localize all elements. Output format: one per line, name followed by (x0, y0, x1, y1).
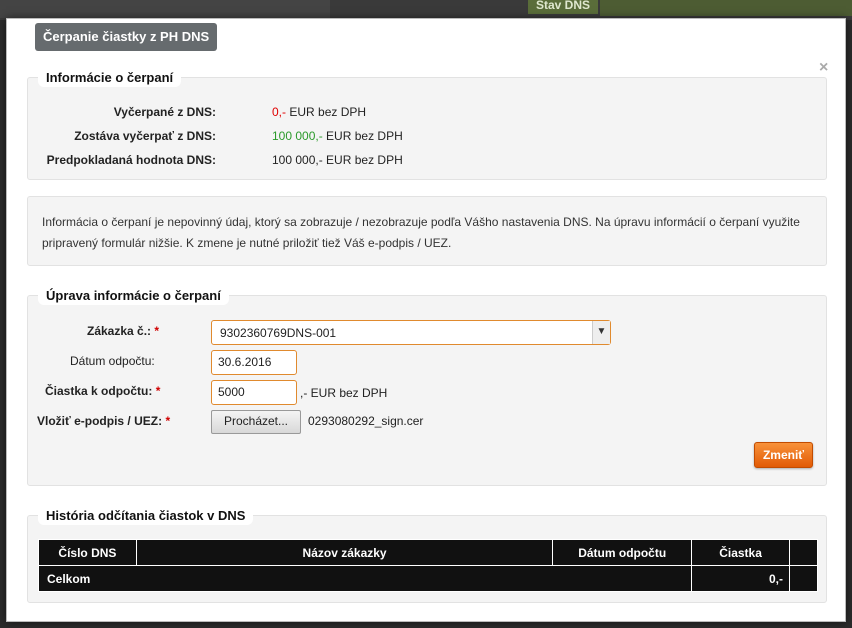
history-table: Číslo DNS Názov zákazky Dátum odpočtu Či… (37, 539, 818, 592)
ciastka-row: Čiastka k odpočtu: * 5000 ,- EUR bez DPH (28, 380, 826, 406)
background-page: Stav DNS (0, 0, 852, 20)
history-total-row: Celkom 0,- (37, 565, 818, 592)
ciastka-unit: ,- EUR bez DPH (300, 386, 388, 400)
zakazka-label: Zákazka č.: * (87, 324, 159, 338)
info-amount: 100 000,- (272, 153, 323, 167)
background-tab-stav-dns: Stav DNS (528, 0, 598, 14)
note-text: Informácia o čerpaní je nepovinný údaj, … (42, 215, 800, 250)
info-legend: Informácie o čerpaní (38, 68, 182, 87)
background-header-left (0, 0, 330, 18)
history-legend: História odčítania čiastok v DNS (38, 506, 254, 525)
ciastka-label: Čiastka k odpočtu: * (45, 384, 160, 398)
zakazka-select[interactable]: 9302360769DNS-001 ▼ (211, 320, 611, 345)
info-unit: EUR bez DPH (286, 105, 367, 119)
info-value: 0,- EUR bez DPH (272, 105, 366, 119)
required-mark: * (165, 414, 171, 428)
datum-label: Dátum odpočtu: (70, 354, 155, 368)
info-amount: 0,- (272, 105, 287, 119)
total-label: Celkom (37, 565, 693, 592)
modal-dialog: Čerpanie čiastky z PH DNS × Informácie o… (6, 18, 846, 622)
info-amount: 100 000,- (272, 129, 323, 143)
info-label: Predpokladaná hodnota DNS: (46, 153, 216, 167)
info-value: 100 000,- EUR bez DPH (272, 153, 403, 167)
history-panel: História odčítania čiastok v DNS Číslo D… (27, 506, 827, 603)
total-extra-cell (789, 565, 818, 592)
info-unit: EUR bez DPH (322, 153, 403, 167)
column-nazov-zakazky[interactable]: Názov zákazky (135, 539, 554, 566)
zakazka-row: Zákazka č.: * 9302360769DNS-001 ▼ (28, 320, 826, 346)
epodpis-row: Vložiť e-podpis / UEZ: * Procházet... 02… (28, 410, 826, 436)
background-header-right (600, 0, 852, 16)
info-row-predpokladana: Predpokladaná hodnota DNS: 100 000,- EUR… (28, 153, 826, 169)
history-header-row: Číslo DNS Názov zákazky Dátum odpočtu Či… (38, 539, 818, 566)
total-value: 0,- (691, 565, 791, 592)
column-extra (789, 539, 818, 566)
info-label: Zostáva vyčerpať z DNS: (74, 129, 216, 143)
datum-row: Dátum odpočtu: 30.6.2016 (28, 350, 826, 376)
info-panel: Informácie o čerpaní Vyčerpané z DNS: 0,… (27, 68, 827, 180)
info-row-zostava: Zostáva vyčerpať z DNS: 100 000,- EUR be… (28, 129, 826, 145)
zakazka-label-text: Zákazka č.: (87, 324, 152, 338)
modal-title: Čerpanie čiastky z PH DNS (35, 23, 218, 51)
epodpis-label-text: Vložiť e-podpis / UEZ: (37, 414, 163, 428)
browse-button[interactable]: Procházet... (211, 410, 301, 434)
column-datum-odpoctu[interactable]: Dátum odpočtu (552, 539, 693, 566)
info-label: Vyčerpané z DNS: (113, 105, 216, 119)
zmenit-button[interactable]: Zmeniť (754, 442, 813, 468)
epodpis-label: Vložiť e-podpis / UEZ: * (37, 414, 170, 428)
note-panel: Informácia o čerpaní je nepovinný údaj, … (27, 196, 827, 266)
chevron-down-icon[interactable]: ▼ (592, 321, 610, 344)
info-unit: EUR bez DPH (322, 129, 403, 143)
info-row-vycerpane: Vyčerpané z DNS: 0,- EUR bez DPH (28, 105, 826, 121)
required-mark: * (154, 324, 160, 338)
column-cislo-dns[interactable]: Číslo DNS (38, 539, 137, 566)
zakazka-select-value: 9302360769DNS-001 (220, 326, 337, 340)
ciastka-input[interactable]: 5000 (211, 380, 297, 405)
column-ciastka[interactable]: Čiastka (691, 539, 791, 566)
ciastka-label-text: Čiastka k odpočtu: (45, 384, 153, 398)
close-icon[interactable]: × (819, 59, 828, 77)
form-legend: Úprava informácie o čerpaní (38, 286, 229, 305)
datum-input[interactable]: 30.6.2016 (211, 350, 297, 375)
edit-form-panel: Úprava informácie o čerpaní Zákazka č.: … (27, 286, 827, 486)
info-value: 100 000,- EUR bez DPH (272, 129, 403, 143)
required-mark: * (155, 384, 161, 398)
file-name: 0293080292_sign.cer (308, 414, 424, 428)
